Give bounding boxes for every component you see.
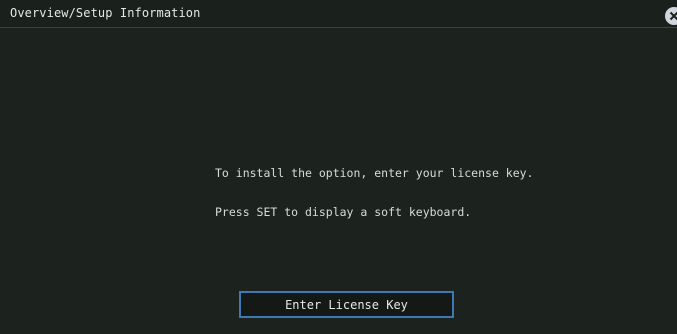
window-title: Overview/Setup Information bbox=[10, 6, 201, 20]
instruction-message: To install the option, enter your licens… bbox=[215, 141, 534, 245]
enter-license-key-button[interactable]: Enter License Key bbox=[239, 291, 454, 318]
instruction-line-2: Press SET to display a soft keyboard. bbox=[215, 205, 472, 219]
instruction-line-1: To install the option, enter your licens… bbox=[215, 166, 534, 180]
close-icon bbox=[669, 11, 677, 21]
content-area: To install the option, enter your licens… bbox=[0, 29, 677, 334]
title-bar: Overview/Setup Information bbox=[0, 0, 677, 28]
setup-information-window: Overview/Setup Information To install th… bbox=[0, 0, 677, 334]
close-button[interactable] bbox=[665, 7, 677, 25]
